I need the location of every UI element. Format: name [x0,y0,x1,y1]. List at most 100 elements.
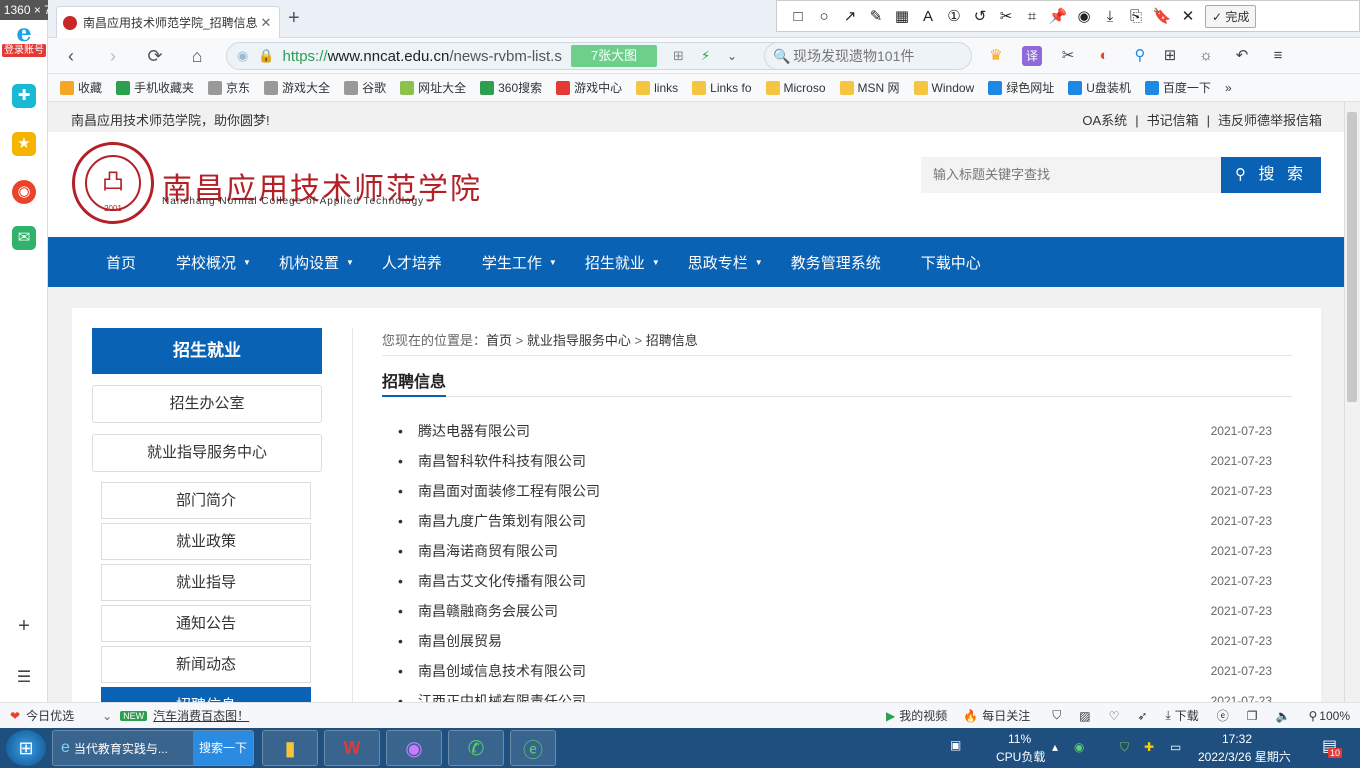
arrow-tool-icon[interactable]: ↗ [837,3,863,29]
crop-tool-icon[interactable]: ⌗ [1019,3,1045,29]
record-tool-icon[interactable]: ◉ [1071,3,1097,29]
list-icon[interactable]: ☰ [12,666,36,690]
job-title-link[interactable]: 南昌创展贸易 [418,631,1202,651]
new-tab-button[interactable]: + [288,8,300,28]
side-submenu-item[interactable]: 招聘信息 [101,687,311,702]
job-title-link[interactable]: 南昌面对面装修工程有限公司 [418,481,1202,501]
download-link[interactable]: 下载 [1175,707,1199,724]
bookmark-item[interactable]: 游戏大全 [264,79,330,96]
breadcrumb-center[interactable]: 就业指导服务中心 [527,333,631,348]
plus-cross-icon[interactable]: ✚ [12,84,36,108]
side-item-employment-center[interactable]: 就业指导服务中心 [92,434,322,472]
list-item[interactable]: • 南昌赣融商务会展公司 2021-07-23 [398,596,1272,626]
main-nav-item[interactable]: 机构设置 ▼ [279,252,354,273]
site-search-button[interactable]: ⚲ 搜 索 [1221,157,1321,193]
browser-360-task[interactable]: ⓔ [510,730,556,766]
speaker-icon[interactable]: 🔈 [1276,709,1291,723]
rectangle-tool-icon[interactable]: □ [785,3,811,29]
login-account-button[interactable]: e 登录账号 [2,21,46,58]
bookmark-tool-icon[interactable]: 🔖 [1149,3,1175,29]
today-picks-link[interactable]: 今日优选 [26,707,74,724]
zoom-level[interactable]: 100% [1319,709,1350,723]
bookmark-item[interactable]: links [636,80,678,95]
ellipse-tool-icon[interactable]: ○ [811,3,837,29]
side-submenu-item[interactable]: 就业指导 [101,564,311,601]
weibo-icon[interactable]: ◉ [12,180,36,204]
chevron-down-icon[interactable]: ⌄ [727,49,737,63]
mail-icon[interactable]: ✉ [12,226,36,250]
bookmark-item[interactable]: Microso [765,80,826,95]
tray-app-icon[interactable]: ▣ [950,738,961,752]
tray-security-icon[interactable]: ⛉ [1120,740,1129,755]
main-nav-item[interactable]: 人才培养 [382,252,442,273]
job-title-link[interactable]: 南昌九度广告策划有限公司 [418,511,1202,531]
mosaic-tool-icon[interactable]: ▦ [889,3,915,29]
daily-focus-link[interactable]: 每日关注 [982,707,1030,724]
number-tool-icon[interactable]: ① [941,3,967,29]
side-submenu-item[interactable]: 新闻动态 [101,646,311,683]
translate-icon[interactable]: 译 [1022,46,1042,66]
browser-search-input[interactable]: 🔍 现场发现遗物101件 [764,42,972,70]
main-nav-item[interactable]: 学生工作 ▼ [482,252,557,273]
rocket-icon[interactable]: ➶ [1137,709,1147,723]
bookmark-item[interactable]: Window [913,80,974,95]
add-icon[interactable]: + [12,614,36,638]
side-submenu-item[interactable]: 部门简介 [101,482,311,519]
job-title-link[interactable]: 南昌创域信息技术有限公司 [418,661,1202,681]
list-item[interactable]: • 南昌古艾文化传播有限公司 2021-07-23 [398,566,1272,596]
magnifier-icon[interactable]: ⚲ [1130,46,1150,66]
ethics-report-link[interactable]: 违反师德举报信箱 [1218,113,1322,128]
bookmark-item[interactable]: 游戏中心 [556,79,622,96]
college-seal-logo[interactable]: 凸 2001 [72,142,154,224]
main-nav-item[interactable]: 教务管理系统 [791,252,881,273]
shield-icon[interactable]: ⛉ [1052,708,1061,723]
text-tool-icon[interactable]: A [915,3,941,29]
refresh-button[interactable]: ⟳ [142,44,168,68]
scrollbar-thumb[interactable] [1347,112,1357,402]
bookmark-item[interactable]: 网址大全 [400,79,466,96]
news-link[interactable]: 汽车消费百态图！ [153,707,249,724]
bookmark-item[interactable]: 绿色网址 [988,79,1054,96]
done-button[interactable]: ✓ 完成 [1205,4,1257,28]
main-nav-item[interactable]: 学校概况 ▼ [176,252,251,273]
bookmark-item[interactable]: 京东 [208,79,250,96]
oa-system-link[interactable]: OA系统 [1082,113,1127,128]
start-button[interactable]: ⊞ [6,730,46,766]
window-icon[interactable]: ❐ [1247,709,1258,723]
bookmark-item[interactable]: 百度一下 [1144,79,1211,96]
undo-icon[interactable]: ↶ [1232,46,1252,66]
taskbar-browser-task[interactable]: e 当代教育实践与... 搜索一下 [52,730,254,766]
side-submenu-item[interactable]: 就业政策 [101,523,311,560]
bookmark-item[interactable]: Links fo [692,80,752,95]
taskbar-search-button[interactable]: 搜索一下 [192,731,253,765]
list-item[interactable]: • 南昌创展贸易 2021-07-23 [398,626,1272,656]
scissors-tool-icon[interactable]: ✂ [993,3,1019,29]
shield-coin-icon[interactable]: ♛ [986,46,1006,66]
lightning-icon[interactable]: ⚡ [701,48,710,64]
tray-360-icon[interactable]: ◉ [1074,740,1084,754]
list-item[interactable]: • 腾达电器有限公司 2021-07-23 [398,416,1272,446]
vertical-scrollbar[interactable] [1344,102,1360,702]
main-nav-item[interactable]: 首页 [106,252,136,273]
apps-grid-icon[interactable]: ⊞ [1160,46,1180,66]
secretary-mailbox-link[interactable]: 书记信箱 [1147,113,1199,128]
file-explorer-task[interactable]: ▮ [262,730,318,766]
wps-task[interactable]: W [324,730,380,766]
main-nav-item[interactable]: 下载中心 [921,252,981,273]
copy-tool-icon[interactable]: ⎘ [1123,3,1149,29]
job-title-link[interactable]: 南昌赣融商务会展公司 [418,601,1202,621]
chevron-down-icon[interactable]: ⌄ [102,709,112,723]
job-title-link[interactable]: 南昌海诺商贸有限公司 [418,541,1202,561]
ie-mode-icon[interactable]: ⓔ [1217,707,1229,724]
list-item[interactable]: • 南昌海诺商贸有限公司 2021-07-23 [398,536,1272,566]
my-video-link[interactable]: 我的视频 [899,707,947,724]
bookmarks-overflow-icon[interactable]: » [1225,81,1232,95]
bookmark-item[interactable]: 手机收藏夹 [116,79,194,96]
menu-icon[interactable]: ≡ [1268,46,1288,66]
address-bar[interactable]: ◉ 🔒 https://www.nncat.edu.cn/news-rvbm-l… [226,42,798,70]
tray-plus-icon[interactable]: ✚ [1144,740,1154,754]
star-icon[interactable]: ★ [12,132,36,156]
browser-tab[interactable]: 南昌应用技术师范学院_招聘信息 ✕ [56,6,280,38]
back-button[interactable]: ‹ [58,44,84,68]
tray-network-icon[interactable]: ▭ [1170,740,1181,754]
